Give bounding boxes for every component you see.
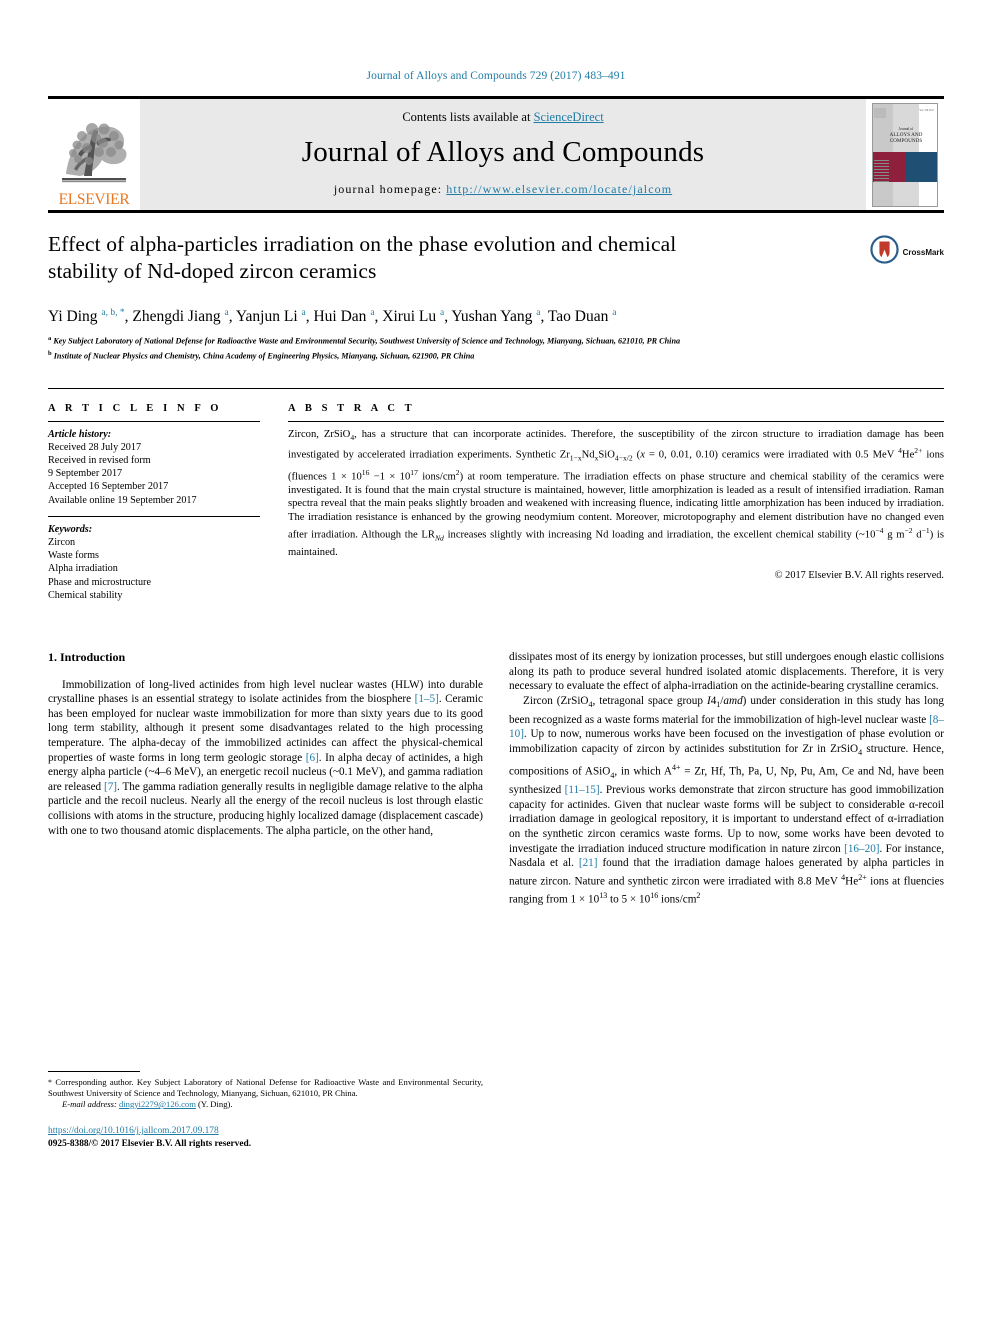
- issn-copyright-line: 0925-8388/© 2017 Elsevier B.V. All right…: [48, 1138, 252, 1149]
- author-name: Xirui Lu: [382, 308, 440, 326]
- crossmark-icon: [870, 235, 899, 269]
- article-history-item: 9 September 2017: [48, 468, 123, 480]
- journal-homepage-line: journal homepage: http://www.elsevier.co…: [334, 182, 672, 197]
- email-label: E-mail address:: [62, 1099, 117, 1110]
- doi-link[interactable]: https://doi.org/10.1016/j.jallcom.2017.0…: [48, 1126, 219, 1136]
- article-title: Effect of alpha-particles irradiation on…: [48, 232, 677, 283]
- body-column-right: dissipates most of its energy by ionizat…: [509, 650, 944, 1150]
- article-history-item: Available online 19 September 2017: [48, 494, 197, 506]
- journal-title: Journal of Alloys and Compounds: [301, 136, 705, 168]
- email-line: E-mail address: dingyi2279@126.com (Y. D…: [48, 1099, 483, 1110]
- author-affiliation-mark: a: [301, 308, 306, 318]
- author-affiliation-mark: a: [612, 308, 617, 318]
- copyright-line: © 2017 Elsevier B.V. All rights reserved…: [774, 570, 944, 582]
- keywords-label: Keywords:: [48, 523, 93, 535]
- author-name: Yi Ding: [48, 308, 102, 326]
- elsevier-tree-icon: [56, 114, 132, 192]
- section-heading-introduction: 1. Introduction: [48, 650, 126, 665]
- footnote-region: * Corresponding author. Key Subject Labo…: [48, 1070, 483, 1150]
- article-history-block: Article history: Received 28 July 2017 Re…: [48, 428, 260, 507]
- running-head: Journal of Alloys and Compounds 729 (201…: [366, 70, 626, 82]
- elsevier-logo: ELSEVIER: [48, 99, 140, 210]
- journal-homepage-link[interactable]: http://www.elsevier.com/locate/jalcom: [446, 182, 672, 196]
- author-name: Hui Dan: [313, 308, 371, 326]
- divider: [48, 515, 260, 517]
- contents-prefix: Contents lists available at: [402, 110, 534, 124]
- article-info-heading: A R T I C L E I N F O: [48, 402, 223, 414]
- email-link[interactable]: dingyi2279@126.com: [119, 1099, 196, 1109]
- abstract-column: A B S T R A C T Zircon, ZrSiO4, has a st…: [288, 403, 944, 602]
- article-history-items: Received 28 July 2017 Received in revised…: [48, 441, 260, 507]
- info-abstract-region: A R T I C L E I N F O Article history: R…: [48, 387, 944, 602]
- divider: [288, 420, 944, 422]
- abstract-text: Zircon, ZrSiO4, has a structure that can…: [288, 428, 945, 558]
- cover-volume-tag: Vol. 729 2017: [919, 108, 934, 112]
- crossmark-badge[interactable]: CrossMark: [870, 235, 944, 269]
- journal-cover-thumbnail: Vol. 729 2017 Journal of ALLOYS AND COMP…: [866, 99, 944, 210]
- keyword-item: Waste forms: [48, 550, 99, 562]
- doi-block: https://doi.org/10.1016/j.jallcom.2017.0…: [48, 1125, 483, 1150]
- sciencedirect-banner: Contents lists available at ScienceDirec…: [140, 99, 866, 210]
- divider: [48, 420, 260, 422]
- affiliation-list: a Key Subject Laboratory of National Def…: [48, 333, 944, 361]
- email-suffix: (Y. Ding).: [198, 1099, 233, 1110]
- footnote-rule: [48, 1070, 140, 1072]
- paragraph: Zircon (ZrSiO4, tetragonal space group I…: [509, 694, 945, 906]
- contents-available-line: Contents lists available at ScienceDirec…: [402, 110, 603, 125]
- keyword-item: Alpha irradiation: [48, 563, 118, 575]
- abstract-heading: A B S T R A C T: [288, 402, 416, 414]
- article-history-item: Received 28 July 2017: [48, 441, 142, 453]
- paragraph: dissipates most of its energy by ionizat…: [509, 651, 944, 693]
- keywords-block: Keywords: Zircon Waste forms Alpha irradia…: [48, 523, 260, 602]
- author-name: Zhengdi Jiang: [132, 308, 225, 326]
- keyword-item: Zircon: [48, 537, 76, 549]
- paragraph: Immobilization of long-lived actinides f…: [48, 678, 483, 837]
- affiliation-item: a Key Subject Laboratory of National Def…: [48, 335, 681, 346]
- crossmark-label: CrossMark: [902, 247, 944, 257]
- keyword-item: Phase and microstructure: [48, 576, 151, 588]
- homepage-label: journal homepage:: [333, 182, 447, 196]
- introduction-right-text: dissipates most of its energy by ionizat…: [509, 650, 944, 907]
- author-affiliation-mark: a: [370, 308, 375, 318]
- author-name: Yanjun Li: [235, 308, 302, 326]
- corresponding-author-note: * Corresponding author. Key Subject Labo…: [48, 1076, 483, 1098]
- article-info-column: A R T I C L E I N F O Article history: R…: [48, 403, 260, 602]
- article-history-label: Article history:: [48, 428, 112, 440]
- article-history-item: Received in revised form: [48, 455, 151, 467]
- article-history-item: Accepted 16 September 2017: [48, 481, 169, 493]
- author-list: Yi Ding a, b, *, Zhengdi Jiang a, Yanjun…: [48, 308, 617, 326]
- author-affiliation-mark: a: [536, 308, 541, 318]
- author-name: Yushan Yang: [451, 308, 537, 326]
- keyword-item: Chemical stability: [48, 589, 123, 601]
- introduction-left-text: Immobilization of long-lived actinides f…: [48, 678, 483, 839]
- author-affiliation-mark: a: [439, 308, 445, 318]
- keyword-items: Zircon Waste forms Alpha irradiation Phase …: [48, 536, 260, 602]
- author-name: Tao Duan: [547, 308, 613, 326]
- author-affiliation-mark: a, b, *: [101, 308, 125, 318]
- sciencedirect-link[interactable]: ScienceDirect: [534, 110, 604, 124]
- author-affiliation-mark: a: [224, 308, 229, 318]
- body-column-left: 1. Introduction Immobilization of long-l…: [48, 650, 483, 1150]
- cover-blue-block: [906, 151, 937, 182]
- journal-masthead: ELSEVIER Contents lists available at Sci…: [48, 96, 944, 213]
- cover-title: Journal of ALLOYS AND COMPOUNDS: [875, 126, 937, 144]
- body-columns: 1. Introduction Immobilization of long-l…: [48, 650, 944, 1150]
- article-header: CrossMark Effect of alpha-particles irra…: [48, 231, 944, 362]
- cover-art: Vol. 729 2017 Journal of ALLOYS AND COMP…: [872, 102, 938, 207]
- affiliation-item: b Institute of Nuclear Physics and Chemi…: [48, 349, 475, 361]
- elsevier-wordmark: ELSEVIER: [58, 191, 130, 208]
- cover-barcode: [874, 107, 886, 118]
- cover-contents-lines: [874, 159, 891, 200]
